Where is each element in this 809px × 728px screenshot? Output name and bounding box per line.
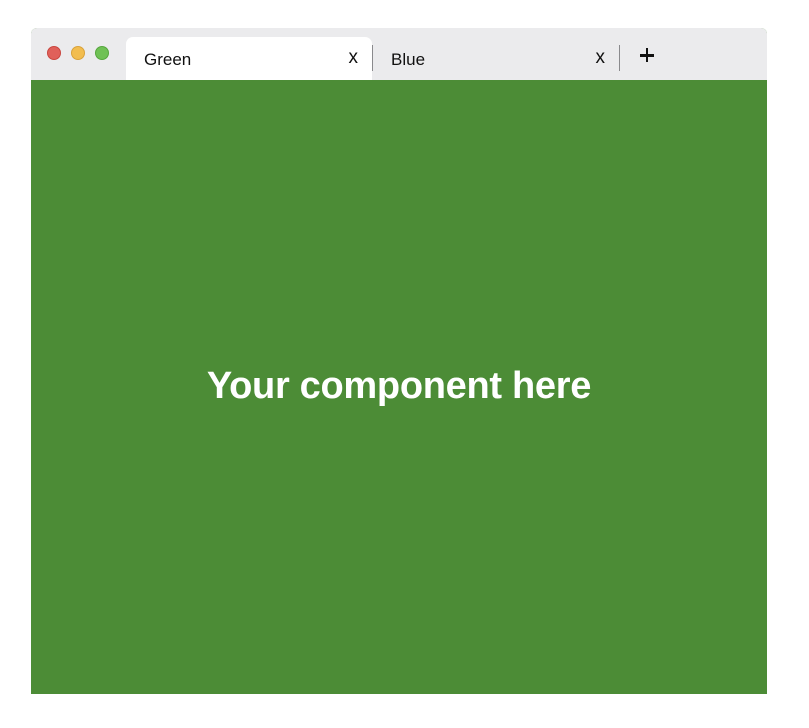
tab-blue[interactable]: Blue x (373, 37, 619, 80)
tab-content-panel: Your component here (31, 80, 767, 694)
tab-divider (619, 45, 620, 71)
minimize-window-button[interactable] (71, 46, 85, 60)
tab-close-button[interactable]: x (349, 47, 359, 69)
close-window-button[interactable] (47, 46, 61, 60)
zoom-window-button[interactable] (95, 46, 109, 60)
browser-window: Green x Blue x Your component here (31, 28, 767, 694)
tab-label: Green (144, 50, 192, 69)
tab-label: Blue (391, 50, 426, 69)
new-tab-button[interactable] (635, 43, 659, 67)
tab-bar: Green x Blue x (31, 28, 767, 80)
tab-green[interactable]: Green x (126, 37, 372, 80)
tab-close-button[interactable]: x (596, 47, 606, 69)
placeholder-text: Your component here (206, 365, 592, 407)
